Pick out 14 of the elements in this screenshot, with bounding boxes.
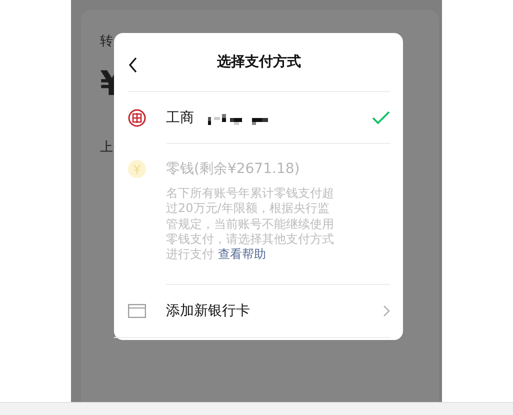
add-card-row[interactable]: 添加新银行卡: [114, 285, 390, 338]
payment-method-name[interactable]: 工商: [166, 108, 194, 126]
note-label: 上: [100, 139, 113, 156]
chevron-right-icon: [383, 305, 390, 318]
add-card-label: 添加新银行卡: [166, 302, 250, 320]
back-icon[interactable]: [128, 57, 138, 73]
coin-icon: [128, 160, 146, 178]
check-icon: [372, 110, 390, 124]
transfer-label: 转: [100, 33, 113, 50]
bank-logo-icon: [128, 109, 146, 127]
card-icon: [128, 304, 146, 318]
payment-method-name: 零钱(剩余¥2671.18): [166, 160, 300, 178]
dialog-title: 选择支付方式: [217, 53, 301, 71]
notice-text: 名下所有账号年累计零钱支付超过20万元/年限额，根据央行监管规定，当前账号不能继续使用零钱支付，请选择其他支付方式进行支付 查看帮助: [166, 186, 335, 262]
